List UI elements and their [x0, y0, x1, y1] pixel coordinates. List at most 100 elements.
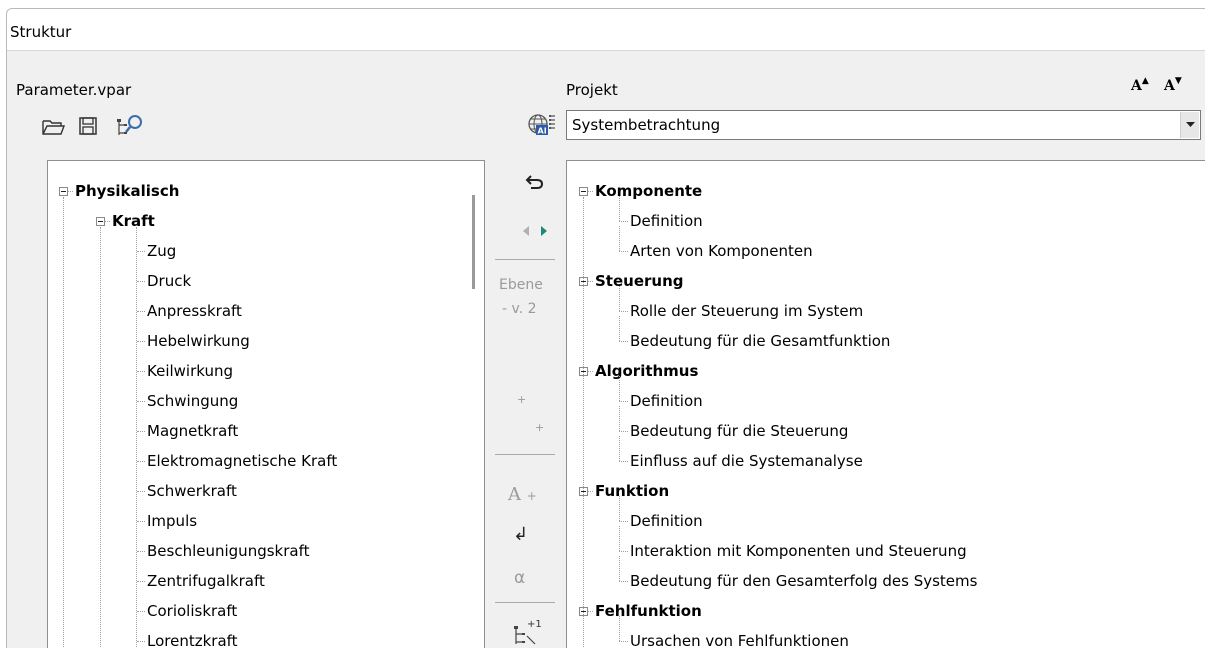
project-select-dropdown-button[interactable]	[1180, 112, 1199, 138]
project-select[interactable]: Systembetrachtung	[566, 110, 1201, 140]
project-label: Projekt	[566, 81, 618, 99]
ai-globe-icon[interactable]: AI	[526, 112, 558, 140]
parameter-tree-item[interactable]: Elektromagnetische Kraft	[147, 446, 337, 476]
tree-connector	[588, 281, 593, 282]
parameter-tree-item[interactable]: Keilwirkung	[147, 356, 233, 386]
tree-connector	[619, 251, 628, 252]
tree-connector	[619, 521, 628, 522]
font-larger-letter: A	[1131, 78, 1142, 94]
parameter-tree-item[interactable]: Corioliskraft	[147, 596, 237, 626]
parameter-tree-item[interactable]: Hebelwirkung	[147, 326, 250, 356]
project-tree-item[interactable]: Definition	[630, 206, 703, 236]
tree-connector	[619, 551, 628, 552]
tree-guide-line	[619, 226, 620, 251]
tree-guide-line	[619, 286, 620, 311]
tree-guide-line	[619, 616, 620, 641]
project-tree-item[interactable]: Rolle der Steuerung im System	[630, 296, 863, 326]
project-tree-item[interactable]: Funktion	[595, 476, 669, 506]
insert-return-icon[interactable]: ↲	[513, 524, 528, 545]
toolbar-separator	[495, 454, 555, 455]
chevron-down-icon	[1185, 122, 1195, 127]
tree-guide-line	[136, 227, 137, 648]
tree-guide-line	[619, 436, 620, 461]
tree-connector	[619, 461, 628, 462]
tree-connector	[619, 581, 628, 582]
project-tree-item[interactable]: Fehlfunktion	[595, 596, 702, 626]
font-smaller-button[interactable]: A▼	[1164, 76, 1182, 94]
font-smaller-letter: A	[1164, 78, 1175, 94]
parameter-tree-item[interactable]: Kraft	[112, 206, 155, 236]
font-style-button[interactable]: A +	[508, 484, 537, 505]
alpha-symbol-button[interactable]: α	[514, 568, 525, 588]
project-tree-item[interactable]: Definition	[630, 506, 703, 536]
project-tree-item[interactable]: Bedeutung für die Gesamtfunktion	[630, 326, 890, 356]
tree-connector	[588, 191, 593, 192]
parameter-tree-item[interactable]: Beschleunigungskraft	[147, 536, 309, 566]
project-tree-item[interactable]: Arten von Komponenten	[630, 236, 813, 266]
left-tree-scroll-thumb[interactable]	[472, 195, 475, 289]
toolbar-separator	[495, 259, 555, 260]
project-tree-item[interactable]: Komponente	[595, 176, 702, 206]
project-tree-item[interactable]: Bedeutung für den Gesamterfolg des Syste…	[630, 566, 977, 596]
project-tree-item[interactable]: Definition	[630, 386, 703, 416]
undo-icon[interactable]	[522, 169, 548, 195]
save-icon[interactable]	[77, 115, 99, 137]
parameter-tree-item[interactable]: Impuls	[147, 506, 197, 536]
window-titlebar: Struktur	[7, 9, 1205, 51]
indent-increase-button[interactable]: +	[517, 393, 526, 406]
tree-connector	[137, 431, 145, 432]
tree-guide-line	[619, 556, 620, 581]
window-title: Struktur	[10, 23, 72, 41]
tree-connector	[137, 461, 145, 462]
open-folder-icon[interactable]	[41, 116, 67, 138]
collapse-toggle-icon[interactable]	[59, 187, 68, 196]
toolbar-separator	[495, 602, 555, 603]
tree-connector	[137, 521, 145, 522]
parameter-tree-item[interactable]: Schwingung	[147, 386, 238, 416]
tree-guide-line	[583, 197, 584, 648]
project-tree[interactable]: Komponente Definition Arten von Komponente…	[566, 160, 1205, 648]
collapse-toggle-icon[interactable]	[579, 187, 588, 196]
tree-guide-line	[619, 406, 620, 431]
tree-connector	[619, 221, 628, 222]
collapse-toggle-icon[interactable]	[96, 217, 105, 226]
struktur-window: Struktur Parameter.vpar Physikalisch Kraf…	[6, 8, 1205, 648]
parameter-tree-item[interactable]: Zentrifugalkraft	[147, 566, 265, 596]
parameter-tree-item[interactable]: Lorentzkraft	[147, 626, 238, 648]
font-style-letter: A	[508, 484, 521, 505]
project-tree-item[interactable]: Algorithmus	[595, 356, 698, 386]
tree-connector	[588, 611, 593, 612]
parameter-tree-item[interactable]: Physikalisch	[75, 176, 179, 206]
project-tree-item[interactable]: Ursachen von Fehlfunktionen	[630, 626, 849, 648]
tree-guide-line	[619, 376, 620, 401]
nav-back-icon[interactable]	[519, 221, 533, 241]
nav-forward-icon[interactable]	[537, 221, 551, 241]
level-up-icon[interactable]: +1	[511, 619, 542, 647]
project-select-value: Systembetrachtung	[572, 116, 721, 134]
tree-connector	[137, 251, 145, 252]
tree-connector	[137, 341, 145, 342]
parameter-tree[interactable]: Physikalisch Kraft Zug Druck Anpresskraft Heb…	[47, 160, 485, 648]
parameter-tree-item[interactable]: Magnetkraft	[147, 416, 238, 446]
font-larger-button[interactable]: A▲	[1131, 76, 1149, 94]
left-tree-scrollbar[interactable]	[466, 161, 484, 648]
search-tree-icon[interactable]	[116, 113, 146, 139]
ebene-version-label: - v. 2	[502, 301, 537, 317]
project-tree-item[interactable]: Steuerung	[595, 266, 684, 296]
tree-connector	[137, 281, 145, 282]
tree-guide-line	[100, 227, 101, 648]
tree-connector	[588, 491, 593, 492]
ebene-label: Ebene	[499, 277, 543, 293]
tree-connector	[619, 431, 628, 432]
parameter-tree-item[interactable]: Zug	[147, 236, 176, 266]
level-up-label: +1	[527, 619, 542, 630]
parameter-tree-item[interactable]: Druck	[147, 266, 191, 296]
indent-decrease-button[interactable]: +	[535, 421, 544, 434]
tree-connector	[619, 341, 628, 342]
project-tree-item[interactable]: Einfluss auf die Systemanalyse	[630, 446, 863, 476]
parameter-tree-item[interactable]: Anpresskraft	[147, 296, 242, 326]
project-tree-item[interactable]: Interaktion mit Komponenten und Steuerun…	[630, 536, 967, 566]
tree-connector	[68, 191, 73, 192]
parameter-tree-item[interactable]: Schwerkraft	[147, 476, 237, 506]
project-tree-item[interactable]: Bedeutung für die Steuerung	[630, 416, 848, 446]
